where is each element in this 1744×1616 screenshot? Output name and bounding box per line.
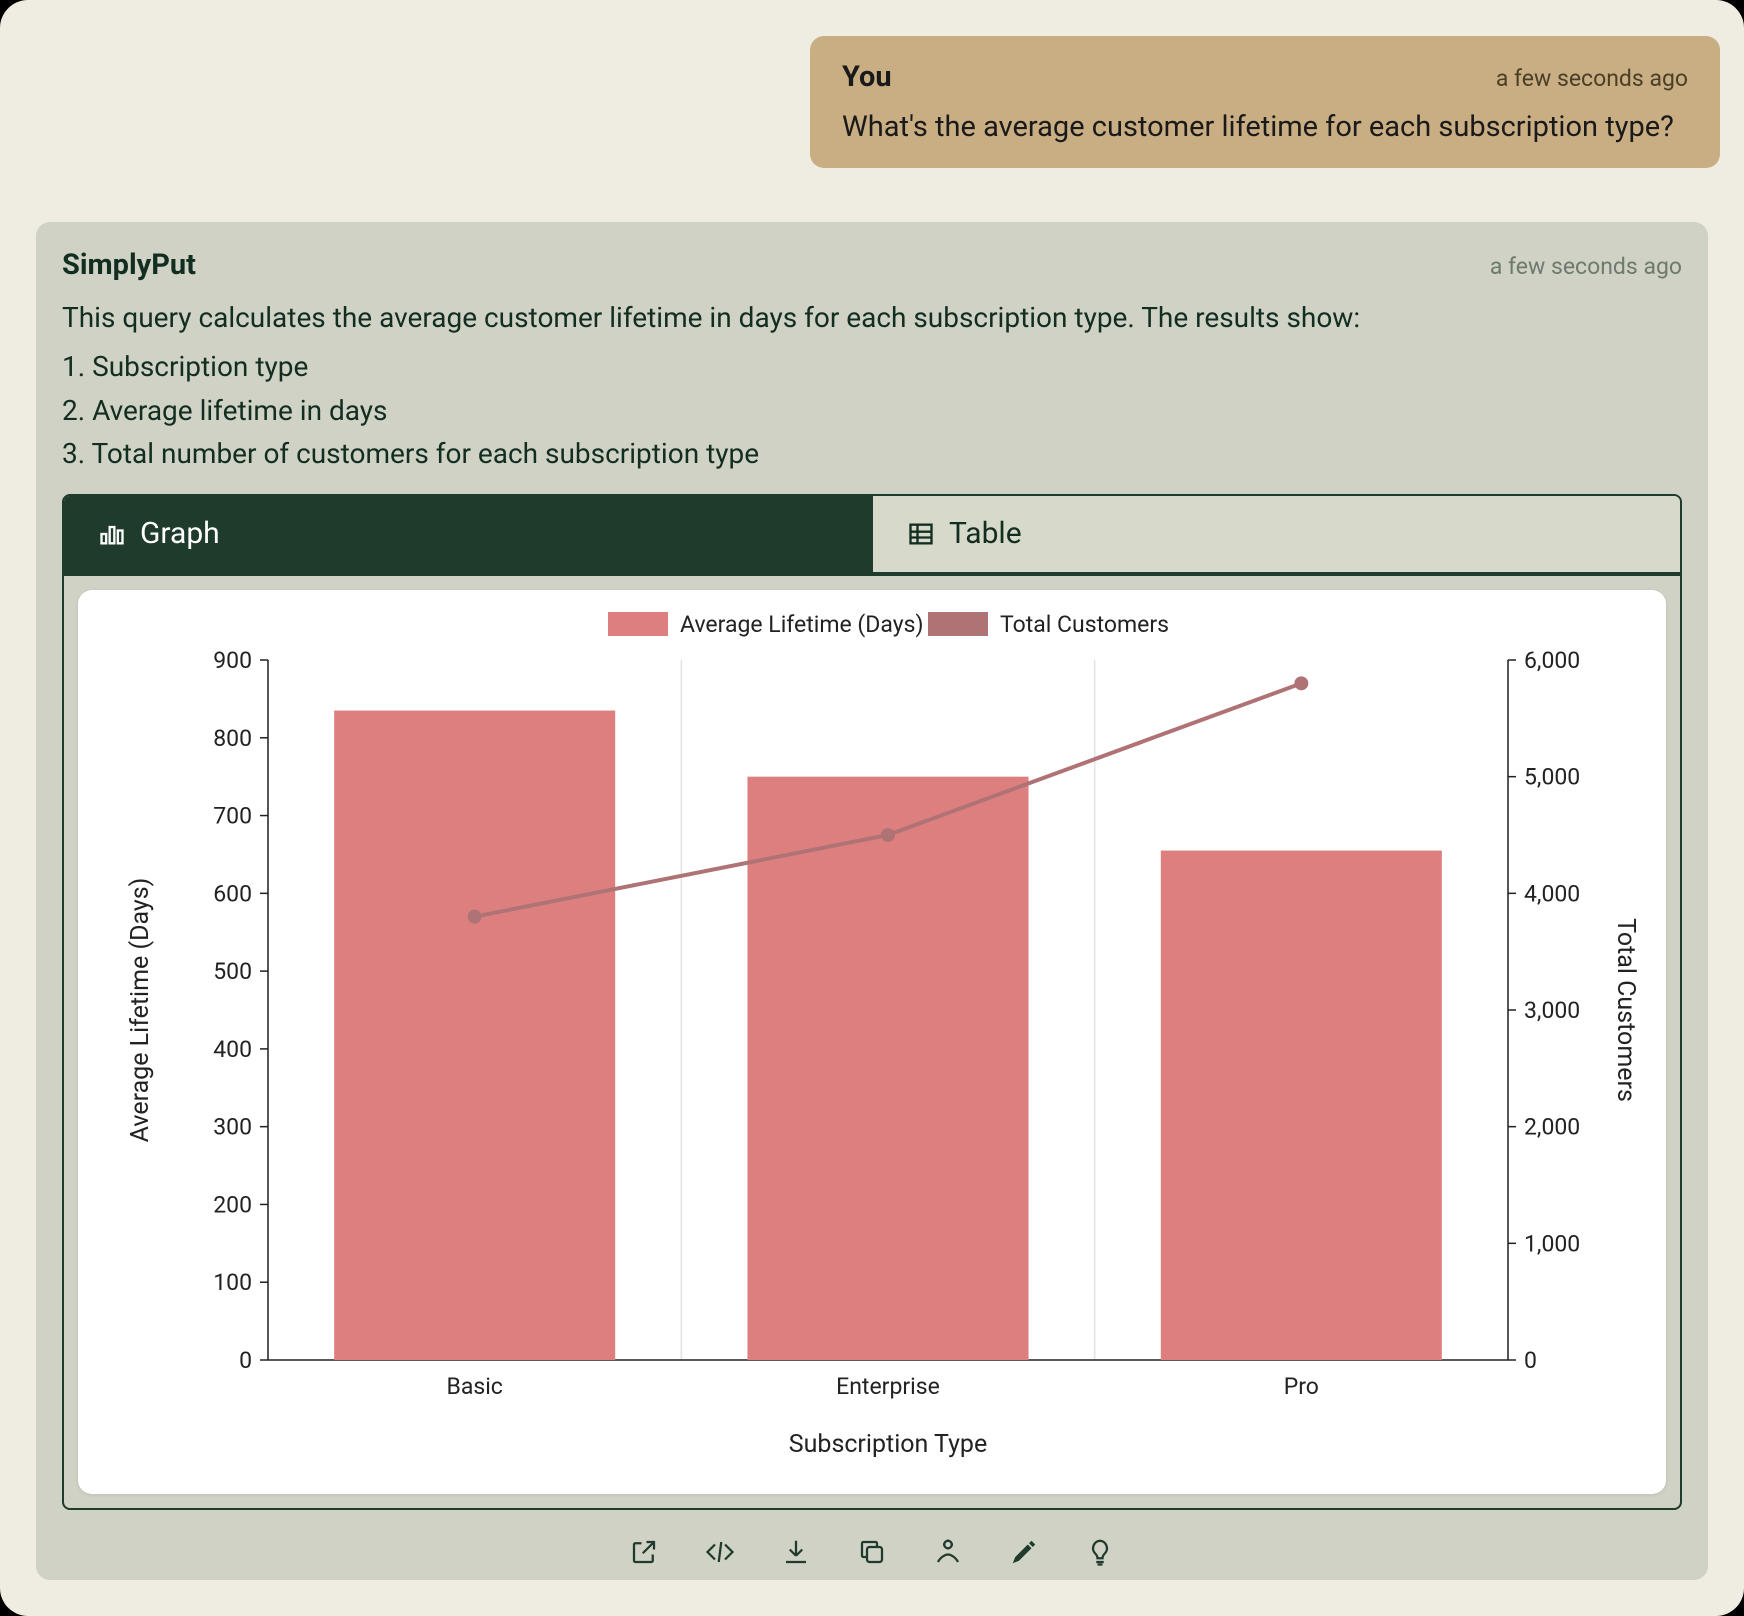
svg-text:Average Lifetime (Days): Average Lifetime (Days) [126, 877, 155, 1142]
svg-text:800: 800 [213, 724, 252, 751]
chart-svg: 0 100 200 300 400 500 600 700 800 900 0 1,000 2,000 3… [98, 600, 1638, 1470]
svg-text:100: 100 [213, 1269, 252, 1296]
edit-chart-button[interactable] [1004, 1532, 1044, 1572]
bar-chart-icon [98, 520, 126, 548]
svg-text:3,000: 3,000 [1524, 997, 1580, 1024]
svg-text:6,000: 6,000 [1524, 647, 1580, 674]
svg-text:Enterprise: Enterprise [836, 1373, 940, 1400]
svg-text:400: 400 [213, 1035, 252, 1062]
tab-graph-label: Graph [140, 516, 220, 551]
svg-text:5,000: 5,000 [1524, 763, 1580, 790]
list-item: 3. Total number of customers for each su… [62, 432, 1682, 475]
svg-text:Total Customers: Total Customers [1000, 611, 1169, 638]
table-icon [907, 520, 935, 548]
svg-text:300: 300 [213, 1113, 252, 1140]
download-button[interactable] [776, 1532, 816, 1572]
svg-text:0: 0 [239, 1347, 252, 1374]
lightbulb-icon [1085, 1537, 1115, 1567]
svg-text:Pro: Pro [1284, 1373, 1319, 1400]
assistant-list: 1. Subscription type 2. Average lifetime… [62, 345, 1682, 475]
list-item: 2. Average lifetime in days [62, 389, 1682, 432]
svg-text:1,000: 1,000 [1524, 1230, 1580, 1257]
svg-text:200: 200 [213, 1191, 252, 1218]
external-link-icon [629, 1537, 659, 1567]
code-button[interactable] [700, 1532, 740, 1572]
hand-gear-icon [933, 1537, 963, 1567]
svg-text:900: 900 [213, 647, 252, 674]
tab-table[interactable]: Table [871, 496, 1680, 572]
svg-text:Subscription Type: Subscription Type [789, 1430, 987, 1459]
present-button[interactable] [928, 1532, 968, 1572]
user-label: You [842, 60, 892, 94]
assistant-label: SimplyPut [62, 248, 196, 282]
copy-icon [857, 1537, 887, 1567]
code-icon [705, 1537, 735, 1567]
svg-text:500: 500 [213, 958, 252, 985]
user-timestamp: a few seconds ago [1496, 65, 1688, 92]
assistant-message: SimplyPut a few seconds ago This query c… [36, 222, 1708, 1580]
assistant-timestamp: a few seconds ago [1490, 253, 1682, 280]
svg-text:Total Customers: Total Customers [1611, 918, 1638, 1102]
chart-container: 0 100 200 300 400 500 600 700 800 900 0 1,000 2,000 3… [62, 572, 1682, 1510]
svg-text:0: 0 [1524, 1347, 1537, 1374]
tab-graph[interactable]: Graph [64, 496, 871, 572]
svg-text:Average Lifetime (Days): Average Lifetime (Days) [680, 611, 923, 638]
user-message-body: What's the average customer lifetime for… [842, 110, 1688, 144]
download-icon [781, 1537, 811, 1567]
chart-panel: 0 100 200 300 400 500 600 700 800 900 0 1,000 2,000 3… [78, 590, 1666, 1494]
svg-text:700: 700 [213, 802, 252, 829]
svg-text:600: 600 [213, 880, 252, 907]
assistant-summary: This query calculates the average custom… [62, 296, 1682, 339]
page-root: You a few seconds ago What's the average… [0, 0, 1744, 1616]
svg-text:Basic: Basic [446, 1373, 502, 1400]
hint-button[interactable] [1080, 1532, 1120, 1572]
open-button[interactable] [624, 1532, 664, 1572]
user-message: You a few seconds ago What's the average… [810, 36, 1720, 168]
toolbar [62, 1532, 1682, 1572]
svg-text:2,000: 2,000 [1524, 1113, 1580, 1140]
pen-nib-icon [1009, 1537, 1039, 1567]
tab-table-label: Table [949, 516, 1022, 551]
tabs: Graph Table [62, 494, 1682, 572]
list-item: 1. Subscription type [62, 345, 1682, 388]
svg-text:4,000: 4,000 [1524, 880, 1580, 907]
copy-button[interactable] [852, 1532, 892, 1572]
